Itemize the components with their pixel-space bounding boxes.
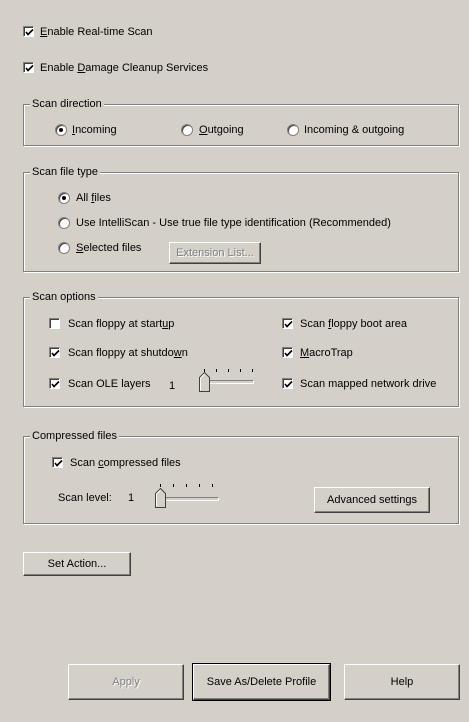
slider-tick [199, 484, 200, 487]
save-delete-profile-button[interactable]: Save As/Delete Profile [192, 663, 331, 701]
scan-level-slider[interactable] [152, 480, 222, 510]
radio-selected-files-label[interactable]: Selected files [76, 241, 141, 255]
damage-cleanup-checkbox[interactable] [23, 62, 34, 73]
mapped-drive-checkbox[interactable] [282, 378, 293, 389]
scan-compressed-checkbox[interactable] [52, 457, 63, 468]
ole-layers-slider[interactable] [196, 366, 256, 394]
floppy-shutdown-checkbox[interactable] [49, 347, 60, 358]
apply-button[interactable]: Apply [68, 664, 184, 700]
compressed-files-title: Compressed files [30, 429, 119, 443]
slider-thumb[interactable] [199, 372, 210, 392]
radio-intelliscan-label[interactable]: Use IntelliScan - Use true file type ide… [76, 216, 391, 230]
slider-thumb[interactable] [155, 488, 166, 508]
ole-layers-label[interactable]: Scan OLE layers [68, 377, 151, 391]
radio-all-files[interactable] [58, 192, 70, 204]
floppy-shutdown-label[interactable]: Scan floppy at shutdown [68, 346, 188, 360]
slider-tick [186, 484, 187, 487]
floppy-startup-checkbox[interactable] [49, 318, 60, 329]
slider-tick [173, 484, 174, 487]
extension-list-button[interactable]: Extension List... [169, 242, 261, 264]
radio-incoming[interactable] [55, 124, 67, 136]
slider-tick [212, 484, 213, 487]
scan-file-type-title: Scan file type [30, 165, 101, 179]
scan-direction-title: Scan direction [30, 97, 104, 111]
floppy-boot-checkbox[interactable] [282, 318, 293, 329]
macrotrap-label[interactable]: MacroTrap [300, 346, 353, 360]
radio-intelliscan[interactable] [58, 217, 70, 229]
realtime-scan-label-text: nable Real-time Scan [47, 26, 153, 38]
scan-level-label: Scan level: [58, 492, 112, 504]
floppy-boot-label[interactable]: Scan floppy boot area [300, 317, 407, 331]
scan-level-value: 1 [128, 492, 135, 504]
mapped-drive-label[interactable]: Scan mapped network drive [300, 377, 436, 391]
ole-level-value: 1 [169, 380, 176, 392]
slider-tick [228, 369, 229, 372]
advanced-settings-button[interactable]: Advanced settings [314, 487, 430, 513]
floppy-startup-label[interactable]: Scan floppy at startup [68, 317, 174, 331]
realtime-scan-checkbox[interactable] [23, 26, 34, 37]
radio-incoming-outgoing[interactable] [287, 124, 299, 136]
slider-tick [240, 369, 241, 372]
damage-cleanup-label[interactable]: Enable Damage Cleanup Services [40, 61, 208, 75]
radio-selected-files[interactable] [58, 242, 70, 254]
radio-outgoing[interactable] [181, 124, 193, 136]
help-button[interactable]: Help [344, 664, 460, 700]
slider-tick [216, 369, 217, 372]
scan-compressed-label[interactable]: Scan compressed files [70, 456, 181, 470]
radio-incoming-outgoing-label[interactable]: Incoming & outgoing [304, 123, 404, 137]
ole-layers-checkbox[interactable] [49, 378, 60, 389]
realtime-scan-label[interactable]: Enable Real-time Scan [40, 25, 153, 39]
radio-incoming-label[interactable]: Incoming [72, 123, 117, 137]
radio-outgoing-label[interactable]: Outgoing [199, 123, 244, 137]
slider-tick [252, 369, 253, 372]
macrotrap-checkbox[interactable] [282, 347, 293, 358]
radio-all-files-label[interactable]: All files [76, 191, 111, 205]
scan-options-title: Scan options [30, 290, 98, 304]
set-action-button[interactable]: Set Action... [23, 552, 131, 576]
slider-tick [160, 484, 161, 487]
